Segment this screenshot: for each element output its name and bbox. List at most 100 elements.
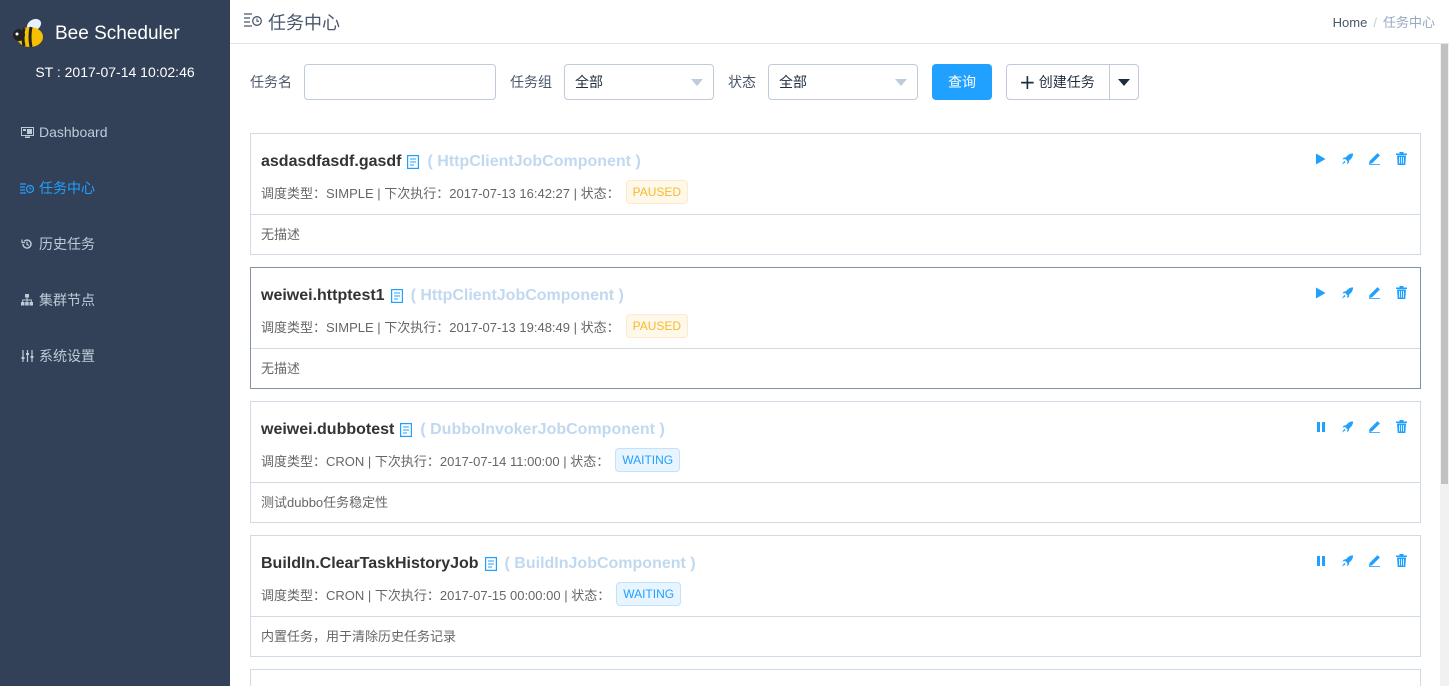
trash-icon[interactable] bbox=[1395, 420, 1408, 433]
page-header: 任务中心 Home / 任务中心 bbox=[230, 0, 1449, 44]
job-card: weiwei.dubbotest ( DubboInvokerJobCompone… bbox=[250, 401, 1421, 523]
pause-icon[interactable] bbox=[1314, 554, 1327, 567]
status-badge: PAUSED bbox=[625, 314, 689, 338]
status-value: 全部 bbox=[779, 75, 807, 91]
sidebar-item-label: 历史任务 bbox=[39, 236, 95, 252]
job-name[interactable]: weiwei.dubbotest bbox=[261, 421, 394, 439]
play-icon[interactable] bbox=[1314, 152, 1327, 165]
trash-icon[interactable] bbox=[1395, 286, 1408, 299]
job-description: 无描述 bbox=[261, 227, 301, 242]
sidebar-item-label: 集群节点 bbox=[39, 292, 95, 308]
scrollbar[interactable] bbox=[1440, 44, 1449, 686]
job-title-line: asdasdfasdf.gasdf ( HttpClientJobComponen… bbox=[261, 150, 1410, 174]
job-name-input[interactable] bbox=[304, 64, 496, 100]
rocket-icon[interactable] bbox=[1341, 286, 1354, 299]
settings-sliders-icon bbox=[20, 349, 34, 363]
job-meta-text: 调度类型：SIMPLE | 下次执行：2017-07-13 19:48:49 |… bbox=[261, 319, 620, 335]
plus-icon: + bbox=[1019, 70, 1036, 94]
job-meta: 调度类型：SIMPLE | 下次执行：2017-07-13 19:48:49 |… bbox=[261, 314, 1410, 338]
create-dropdown-button[interactable] bbox=[1110, 65, 1138, 99]
sidebar-item-dashboard[interactable]: Dashboard bbox=[0, 104, 230, 160]
job-component: ( DubboInvokerJobComponent ) bbox=[420, 421, 665, 438]
document-icon[interactable] bbox=[484, 557, 499, 571]
job-group-value: 全部 bbox=[575, 75, 603, 91]
edit-icon[interactable] bbox=[1368, 554, 1381, 567]
rocket-icon[interactable] bbox=[1341, 554, 1354, 567]
job-card: asdasdfasdf.gasdf ( HttpClientJobComponen… bbox=[250, 133, 1421, 255]
create-job-label: 创建任务 bbox=[1038, 75, 1095, 91]
pause-icon[interactable] bbox=[1314, 420, 1327, 433]
job-component: ( BuildInJobComponent ) bbox=[504, 555, 696, 572]
job-description: 内置任务，用于清除历史任务记录 bbox=[261, 629, 457, 644]
filter-bar: 任务名 任务组 全部 状态 全部 查询 + 创建任务 bbox=[250, 64, 1139, 100]
task-center-icon bbox=[244, 11, 262, 32]
status-badge: WAITING bbox=[616, 582, 682, 606]
sidebar-item-label: 系统设置 bbox=[39, 348, 95, 364]
job-group-label: 任务组 bbox=[510, 75, 552, 91]
sidebar-item-label: Dashboard bbox=[39, 124, 108, 140]
sidebar-item-settings[interactable]: 系统设置 bbox=[0, 328, 230, 384]
job-name[interactable]: BuildIn.ClearTaskHistoryJob bbox=[261, 555, 479, 573]
trash-icon[interactable] bbox=[1395, 554, 1408, 567]
job-meta-text: 调度类型：CRON | 下次执行：2017-07-14 11:00:00 | 状… bbox=[261, 453, 610, 469]
breadcrumb-separator: / bbox=[1373, 15, 1377, 30]
rocket-icon[interactable] bbox=[1341, 152, 1354, 165]
chevron-down-icon bbox=[691, 79, 703, 86]
job-meta: 调度类型：CRON | 下次执行：2017-07-15 00:00:00 | 状… bbox=[261, 582, 1410, 606]
sidebar-item-label: 任务中心 bbox=[39, 180, 95, 196]
create-button-group: + 创建任务 bbox=[1006, 64, 1139, 100]
job-component: ( HttpClientJobComponent ) bbox=[410, 287, 624, 304]
job-actions bbox=[1314, 286, 1408, 299]
job-component: ( HttpClientJobComponent ) bbox=[427, 153, 641, 170]
bee-logo-icon bbox=[12, 17, 48, 51]
edit-icon[interactable] bbox=[1368, 420, 1381, 433]
document-icon[interactable] bbox=[407, 155, 421, 169]
create-job-button[interactable]: + 创建任务 bbox=[1007, 65, 1110, 99]
job-actions bbox=[1314, 554, 1408, 567]
status-badge: PAUSED bbox=[625, 180, 689, 204]
page-title-text: 任务中心 bbox=[268, 12, 340, 34]
job-name-label: 任务名 bbox=[250, 75, 292, 91]
chevron-down-icon bbox=[895, 79, 907, 86]
job-card-partial bbox=[250, 669, 1421, 686]
sidebar-item-history[interactable]: 历史任务 bbox=[0, 216, 230, 272]
caret-down-icon bbox=[1117, 78, 1130, 86]
job-group-select[interactable]: 全部 bbox=[564, 64, 714, 100]
document-icon[interactable] bbox=[400, 423, 414, 437]
edit-icon[interactable] bbox=[1368, 152, 1381, 165]
job-card-header: weiwei.httptest1 ( HttpClientJobComponent… bbox=[251, 268, 1420, 349]
sidebar-item-task-center[interactable]: 任务中心 bbox=[0, 160, 230, 216]
job-title-line: weiwei.dubbotest ( DubboInvokerJobCompone… bbox=[261, 418, 1410, 442]
breadcrumb-home[interactable]: Home bbox=[1333, 15, 1368, 30]
sidebar-item-cluster[interactable]: 集群节点 bbox=[0, 272, 230, 328]
job-meta: 调度类型：CRON | 下次执行：2017-07-14 11:00:00 | 状… bbox=[261, 448, 1410, 472]
job-card: weiwei.httptest1 ( HttpClientJobComponent… bbox=[250, 267, 1421, 389]
document-icon[interactable] bbox=[390, 289, 405, 303]
job-title-line: weiwei.httptest1 ( HttpClientJobComponent… bbox=[261, 284, 1410, 308]
job-card: BuildIn.ClearTaskHistoryJob ( BuildInJobC… bbox=[250, 535, 1421, 657]
job-card-header: weiwei.dubbotest ( DubboInvokerJobCompone… bbox=[251, 402, 1420, 483]
scrollbar-thumb[interactable] bbox=[1441, 44, 1448, 484]
monitor-icon bbox=[20, 125, 34, 139]
breadcrumb: Home / 任务中心 bbox=[1333, 12, 1435, 31]
sidebar-menu: Dashboard 任务中心 历史任务 集群节点 系统设置 bbox=[0, 104, 230, 384]
query-button[interactable]: 查询 bbox=[932, 64, 992, 100]
breadcrumb-current: 任务中心 bbox=[1382, 15, 1435, 30]
job-title-line: BuildIn.ClearTaskHistoryJob ( BuildInJobC… bbox=[261, 552, 1410, 576]
status-badge: WAITING bbox=[615, 448, 681, 472]
history-icon bbox=[20, 237, 34, 251]
play-icon[interactable] bbox=[1314, 286, 1327, 299]
page-title: 任务中心 bbox=[244, 9, 340, 35]
job-actions bbox=[1314, 420, 1408, 433]
server-time: ST : 2017-07-14 10:02:46 bbox=[35, 64, 195, 80]
edit-icon[interactable] bbox=[1368, 286, 1381, 299]
job-meta: 调度类型：SIMPLE | 下次执行：2017-07-13 16:42:27 |… bbox=[261, 180, 1410, 204]
job-description: 无描述 bbox=[261, 361, 301, 376]
trash-icon[interactable] bbox=[1395, 152, 1408, 165]
rocket-icon[interactable] bbox=[1341, 420, 1354, 433]
job-name[interactable]: weiwei.httptest1 bbox=[261, 287, 385, 305]
status-select[interactable]: 全部 bbox=[768, 64, 918, 100]
job-list: asdasdfasdf.gasdf ( HttpClientJobComponen… bbox=[250, 133, 1421, 686]
task-center-icon bbox=[20, 181, 34, 195]
job-name[interactable]: asdasdfasdf.gasdf bbox=[261, 153, 401, 171]
